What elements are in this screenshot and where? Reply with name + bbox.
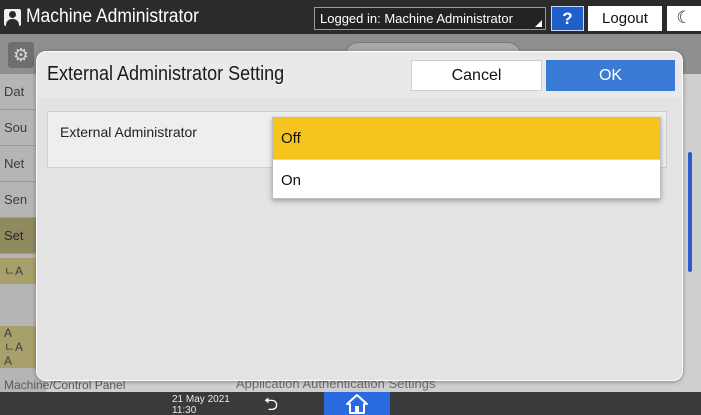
dialog-title: External Administrator Setting <box>47 63 285 85</box>
logout-button[interactable]: Logout <box>588 6 662 31</box>
login-status-field[interactable]: Logged in: Machine Administrator <box>314 7 546 30</box>
date-time: 21 May 2021 11:30 <box>172 394 230 415</box>
time-text: 11:30 <box>172 405 197 415</box>
ok-button[interactable]: OK <box>546 60 675 91</box>
background-scrollbar <box>688 152 692 272</box>
option-off[interactable]: Off <box>273 118 660 159</box>
help-button[interactable]: ? <box>551 6 584 31</box>
gear-icon: ⚙ <box>8 42 34 68</box>
energy-saver-button[interactable]: ☾ <box>667 6 701 31</box>
home-icon <box>346 394 368 414</box>
external-admin-dialog: External Administrator Setting Cancel OK… <box>36 51 683 381</box>
external-admin-dropdown: Off On <box>272 117 661 199</box>
bottom-bar: 21 May 2021 11:30 ⮌ <box>0 392 701 415</box>
date-text: 21 May 2021 <box>172 394 230 405</box>
back-button[interactable]: ⮌ <box>254 392 288 415</box>
expand-corner-icon <box>535 20 542 27</box>
home-button[interactable] <box>324 392 390 415</box>
dialog-header: External Administrator Setting Cancel OK <box>37 52 682 98</box>
top-status-bar: Machine Administrator Logged in: Machine… <box>0 0 701 34</box>
app-title: Machine Administrator <box>26 6 199 27</box>
user-icon <box>4 9 21 26</box>
setting-label: External Administrator <box>60 124 197 140</box>
cancel-button[interactable]: Cancel <box>411 60 542 91</box>
moon-icon: ☾ <box>676 8 692 27</box>
option-on[interactable]: On <box>273 159 660 200</box>
back-arrow-icon: ⮌ <box>263 394 279 414</box>
login-status-text: Logged in: Machine Administrator <box>320 11 513 26</box>
